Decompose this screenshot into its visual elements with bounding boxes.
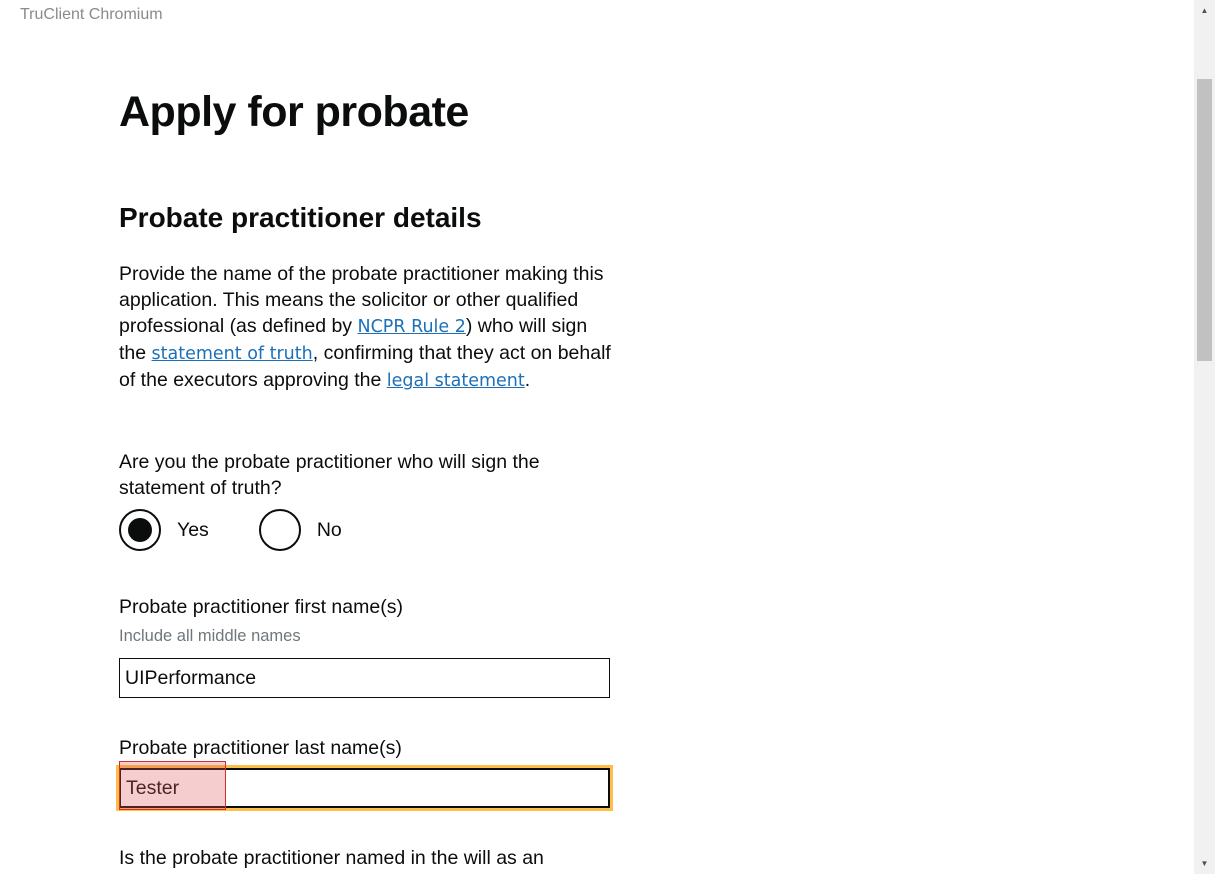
scrollbar-thumb[interactable] (1197, 79, 1212, 361)
vertical-scrollbar[interactable]: ▲ ▼ (1194, 0, 1215, 874)
section-title: Probate practitioner details (119, 202, 482, 233)
radio-label-no: No (316, 518, 342, 541)
first-name-hint: Include all middle names (119, 627, 301, 645)
radio-button-yes[interactable] (119, 509, 161, 551)
radio-option-no[interactable]: No (258, 509, 342, 551)
app-title: TruClient Chromium (20, 6, 163, 23)
first-name-input[interactable] (119, 658, 610, 698)
executor-question-label: Is the probate practitioner named in the… (119, 847, 544, 869)
sign-question-label: Are you the probate practitioner who wil… (119, 451, 540, 499)
sign-radio-group: Yes No (119, 506, 342, 554)
last-name-input[interactable] (119, 768, 610, 808)
statement-of-truth-link[interactable]: statement of truth (152, 344, 313, 364)
radio-label-yes: Yes (177, 518, 209, 541)
radio-option-yes[interactable]: Yes (119, 509, 209, 551)
intro-text-part: . (524, 369, 531, 391)
scroll-up-arrow-icon[interactable]: ▲ (1194, 2, 1215, 19)
radio-button-no[interactable] (258, 509, 301, 551)
scroll-down-arrow-icon[interactable]: ▼ (1194, 855, 1215, 872)
legal-statement-link[interactable]: legal statement (387, 371, 525, 391)
first-name-label: Probate practitioner first name(s) (119, 596, 403, 618)
intro-text: Provide the name of the probate practiti… (119, 261, 614, 394)
last-name-label: Probate practitioner last name(s) (119, 737, 402, 759)
ncpr-rule-2-link[interactable]: NCPR Rule 2 (357, 317, 465, 337)
page-title: Apply for probate (119, 88, 469, 136)
